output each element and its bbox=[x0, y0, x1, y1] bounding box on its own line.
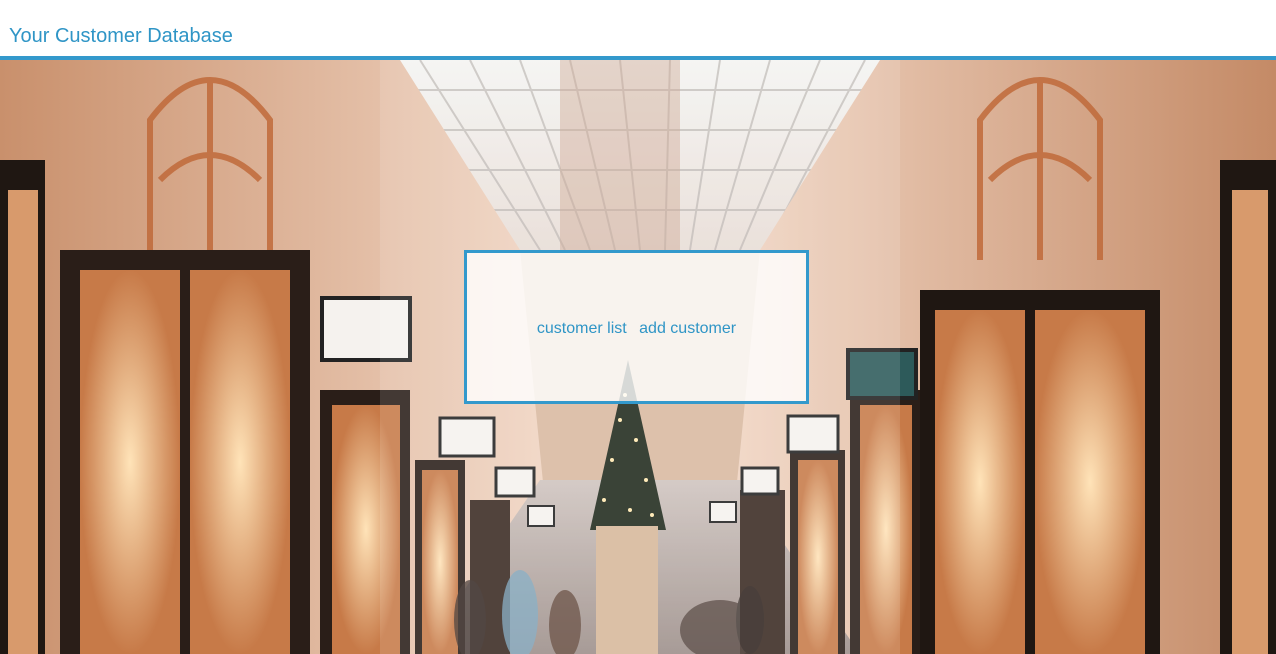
navigation-panel: customer list add customer bbox=[464, 250, 809, 404]
add-customer-link[interactable]: add customer bbox=[639, 320, 736, 337]
page-title: Your Customer Database bbox=[9, 25, 233, 47]
page-header: Your Customer Database bbox=[0, 0, 1276, 56]
customer-list-link[interactable]: customer list bbox=[537, 320, 627, 337]
nav-links: customer list add customer bbox=[467, 319, 806, 339]
